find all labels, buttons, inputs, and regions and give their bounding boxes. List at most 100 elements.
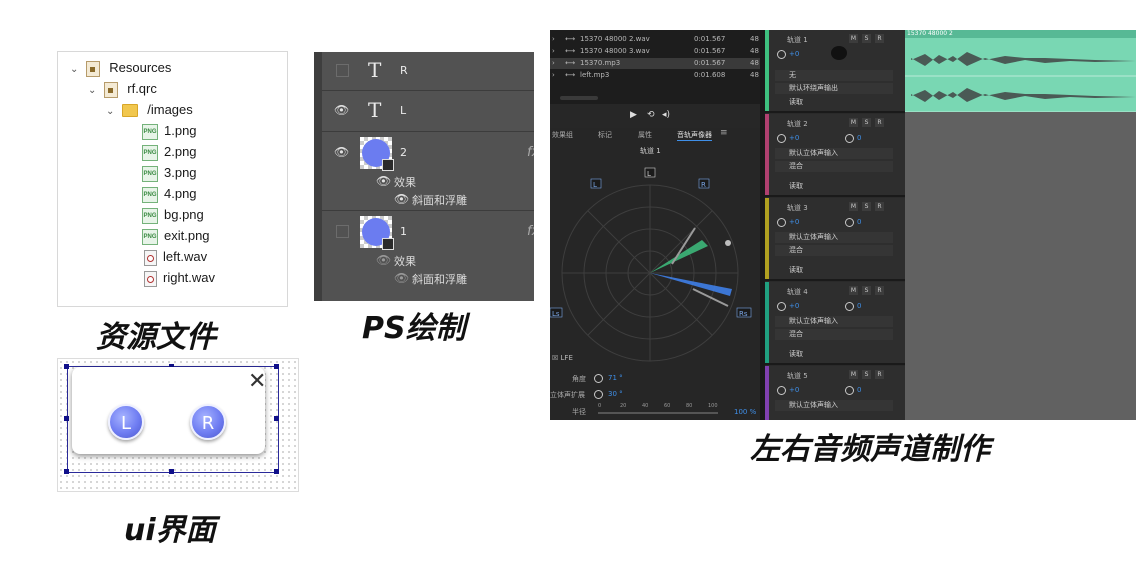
resize-handle[interactable] bbox=[169, 469, 174, 474]
eye-icon[interactable]: 👁 bbox=[376, 174, 391, 188]
volume-value[interactable]: +0 bbox=[789, 386, 799, 394]
horizontal-scrollbar[interactable] bbox=[560, 96, 598, 100]
play-icon[interactable]: ▶ bbox=[630, 110, 637, 120]
resize-handle[interactable] bbox=[274, 364, 279, 369]
track-header-3[interactable]: 轨道 3 M S R +0 0 默认立体声输入 混合 读取 bbox=[765, 198, 905, 281]
close-icon[interactable]: ✕ bbox=[248, 369, 266, 394]
lfe-toggle[interactable]: ☒ LFE bbox=[552, 354, 573, 362]
tree-item-file[interactable]: PNG 1.png bbox=[142, 121, 197, 141]
chevron-down-icon[interactable]: ⌄ bbox=[88, 81, 100, 101]
volume-knob[interactable] bbox=[777, 302, 786, 311]
spread-value[interactable]: 30 ° bbox=[608, 390, 623, 398]
record-button[interactable]: R bbox=[875, 118, 884, 127]
file-row[interactable]: › ⟷ 15370 48000 3.wav 0:01.567 48 bbox=[550, 46, 762, 57]
automation-mode-select[interactable]: 读取 bbox=[775, 181, 893, 192]
pan-knob[interactable] bbox=[845, 218, 854, 227]
visibility-toggle[interactable] bbox=[336, 64, 349, 77]
left-channel-button[interactable]: L bbox=[108, 404, 144, 440]
volume-value[interactable]: +0 bbox=[789, 218, 799, 226]
record-button[interactable]: R bbox=[875, 370, 884, 379]
solo-button[interactable]: S bbox=[862, 370, 871, 379]
tree-item-file[interactable]: PNG 4.png bbox=[142, 184, 197, 204]
record-button[interactable]: R bbox=[875, 202, 884, 211]
fx-icon[interactable]: fx bbox=[527, 224, 534, 239]
eye-icon[interactable]: 👁 bbox=[376, 253, 391, 267]
tab-effects-rack[interactable]: 效果组 bbox=[552, 130, 573, 140]
surround-panner[interactable]: L L R Ls Rs bbox=[550, 158, 762, 378]
pan-value[interactable]: 0 bbox=[857, 134, 861, 142]
eye-icon[interactable]: 👁 bbox=[334, 145, 349, 159]
track-name[interactable]: 轨道 1 bbox=[787, 35, 808, 45]
input-select[interactable]: 无 bbox=[775, 70, 893, 81]
pan-value[interactable]: 0 bbox=[857, 302, 861, 310]
volume-knob[interactable] bbox=[777, 218, 786, 227]
menu-icon[interactable]: ≡ bbox=[720, 128, 728, 138]
record-button[interactable]: R bbox=[875, 286, 884, 295]
input-select[interactable]: 默认立体声输入 bbox=[775, 316, 893, 327]
mute-button[interactable]: M bbox=[849, 202, 858, 211]
resize-handle[interactable] bbox=[274, 416, 279, 421]
track-header-4[interactable]: 轨道 4 M S R +0 0 默认立体声输入 混合 读取 bbox=[765, 282, 905, 365]
input-select[interactable]: 默认立体声输入 bbox=[775, 148, 893, 159]
tree-item-resources[interactable]: ⌄ Resources bbox=[70, 58, 171, 78]
file-row[interactable]: › ⟷ 15370 48000 2.wav 0:01.567 48 bbox=[550, 34, 762, 45]
layer-1[interactable]: 1 fx 👁 效果 👁 斜面和浮雕 bbox=[322, 211, 534, 301]
volume-knob[interactable] bbox=[777, 134, 786, 143]
tree-item-file[interactable]: PNG 2.png bbox=[142, 142, 197, 162]
automation-mode-select[interactable]: 读取 bbox=[775, 349, 893, 360]
audio-clip[interactable]: 15370 48000 2 bbox=[905, 30, 1136, 112]
right-channel-button[interactable]: R bbox=[190, 404, 226, 440]
track-name[interactable]: 轨道 4 bbox=[787, 287, 808, 297]
eye-icon[interactable]: 👁 bbox=[394, 271, 409, 285]
file-row[interactable]: › ⟷ left.mp3 0:01.608 48 bbox=[550, 70, 762, 81]
mute-button[interactable]: M bbox=[849, 34, 858, 43]
speaker-icon[interactable]: ◂) bbox=[662, 110, 670, 120]
tab-markers[interactable]: 标记 bbox=[598, 130, 612, 140]
lfe-checkbox[interactable]: ☒ bbox=[552, 354, 558, 362]
tree-item-file[interactable]: left.wav bbox=[144, 247, 207, 267]
track-name[interactable]: 轨道 5 bbox=[787, 371, 808, 381]
input-select[interactable]: 默认立体声输入 bbox=[775, 232, 893, 243]
surround-thumb-icon[interactable] bbox=[831, 46, 847, 60]
resize-handle[interactable] bbox=[64, 364, 69, 369]
output-select[interactable]: 默认环绕声输出 bbox=[775, 83, 893, 94]
output-select[interactable]: 混合 bbox=[775, 329, 893, 340]
pan-value[interactable]: 0 bbox=[857, 218, 861, 226]
eye-icon[interactable]: 👁 bbox=[394, 192, 409, 206]
tree-item-file[interactable]: PNG bg.png bbox=[142, 205, 204, 225]
resize-handle[interactable] bbox=[64, 416, 69, 421]
tree-item-file[interactable]: PNG 3.png bbox=[142, 163, 197, 183]
pan-knob[interactable] bbox=[845, 386, 854, 395]
track-name[interactable]: 轨道 2 bbox=[787, 119, 808, 129]
resize-handle[interactable] bbox=[274, 469, 279, 474]
mute-button[interactable]: M bbox=[849, 370, 858, 379]
tree-item-file[interactable]: PNG exit.png bbox=[142, 226, 210, 246]
tree-item-images-folder[interactable]: ⌄ /images bbox=[106, 100, 193, 120]
volume-knob[interactable] bbox=[777, 50, 786, 59]
solo-button[interactable]: S bbox=[862, 34, 871, 43]
spread-knob[interactable] bbox=[594, 390, 603, 399]
mute-button[interactable]: M bbox=[849, 286, 858, 295]
output-select[interactable]: 混合 bbox=[775, 245, 893, 256]
track-header-5[interactable]: 轨道 5 M S R +0 0 默认立体声输入 bbox=[765, 366, 905, 420]
track-header-1[interactable]: 轨道 1 M S R +0 无 默认环绕声输出 读取 bbox=[765, 30, 905, 113]
automation-mode-select[interactable]: 读取 bbox=[775, 265, 893, 276]
angle-value[interactable]: 71 ° bbox=[608, 374, 623, 382]
chevron-down-icon[interactable]: ⌄ bbox=[70, 60, 82, 80]
track-header-2[interactable]: 轨道 2 M S R +0 0 默认立体声输入 混合 读取 bbox=[765, 114, 905, 197]
pan-value[interactable]: 0 bbox=[857, 386, 861, 394]
volume-value[interactable]: +0 bbox=[789, 302, 799, 310]
radius-value[interactable]: 100 % bbox=[734, 408, 756, 416]
volume-value[interactable]: +0 bbox=[789, 50, 799, 58]
volume-knob[interactable] bbox=[777, 386, 786, 395]
pan-knob[interactable] bbox=[845, 134, 854, 143]
volume-value[interactable]: +0 bbox=[789, 134, 799, 142]
input-select[interactable]: 默认立体声输入 bbox=[775, 400, 893, 411]
mute-button[interactable]: M bbox=[849, 118, 858, 127]
automation-mode-select[interactable]: 读取 bbox=[775, 97, 893, 108]
pan-knob[interactable] bbox=[845, 302, 854, 311]
tab-track-panner[interactable]: 音轨声像器 bbox=[677, 130, 712, 141]
layer-l[interactable]: 👁 T L bbox=[322, 91, 534, 132]
solo-button[interactable]: S bbox=[862, 202, 871, 211]
file-row-selected[interactable]: › ⟷ 15370.mp3 0:01.567 48 bbox=[550, 58, 762, 69]
